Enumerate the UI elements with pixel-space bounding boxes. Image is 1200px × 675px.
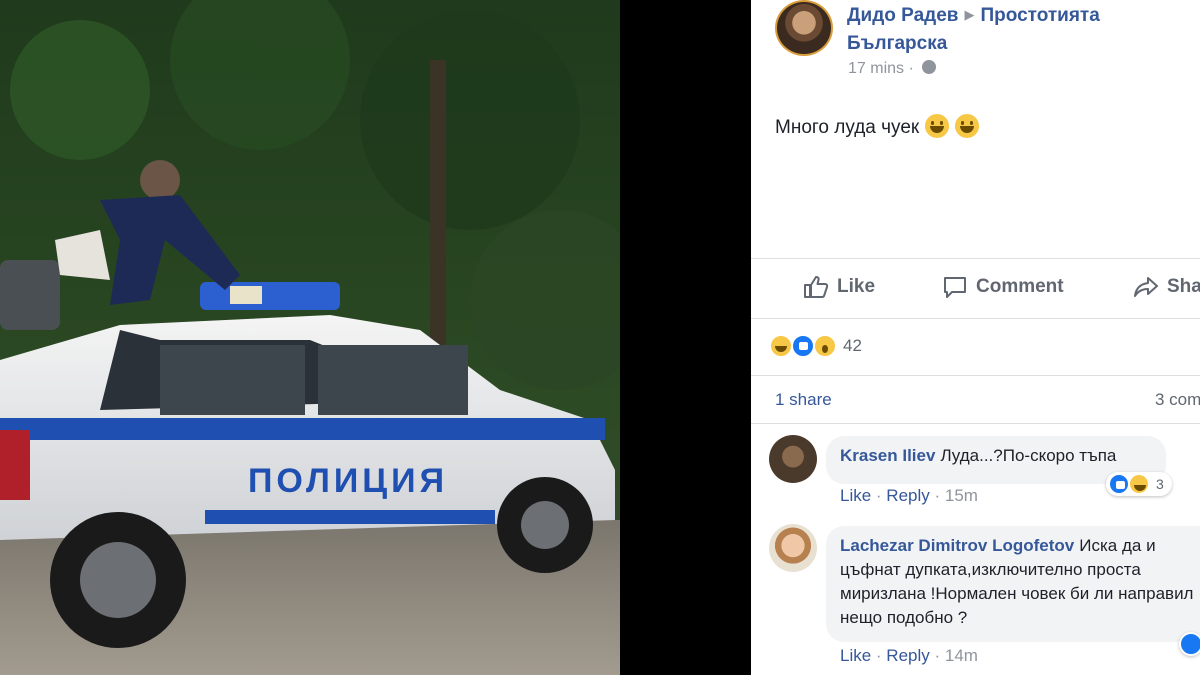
police-car-photo: ПОЛИЦИЯ (0, 0, 620, 675)
reaction-count: 42 (843, 336, 862, 355)
comments-count[interactable]: 3 com (1155, 390, 1200, 410)
comment-reply-link[interactable]: Reply (886, 646, 929, 665)
comment-meta: Like · Reply · 15m (840, 486, 978, 505)
author-name[interactable]: Дидо Радев (847, 5, 958, 26)
commenter-avatar[interactable] (769, 435, 817, 483)
comment-button[interactable]: Comment (942, 275, 1064, 299)
share-button[interactable]: Sha (1133, 275, 1200, 299)
like-button[interactable]: Like (803, 275, 875, 299)
share-label: Sha (1167, 276, 1200, 297)
divider (751, 423, 1200, 424)
comment-reaction-count: 3 (1156, 476, 1164, 492)
post-photo[interactable]: ПОЛИЦИЯ (0, 0, 620, 675)
post-panel: Дидо Радев ▶ Простотията Българска 17 mins… (751, 0, 1200, 675)
post-time[interactable]: 17 mins (848, 60, 904, 77)
comment-bubble: Lachezar Dimitrov Logofetov Иска да и цъф… (826, 526, 1200, 642)
comment-like-link[interactable]: Like (840, 646, 871, 665)
divider (751, 375, 1200, 376)
comment-like-link[interactable]: Like (840, 486, 871, 505)
commenter-name[interactable]: Krasen Iliev (840, 446, 935, 465)
wow-reaction-icon (813, 334, 837, 358)
globe-icon (922, 60, 937, 74)
meta-separator: · (908, 60, 914, 77)
share-icon (1134, 277, 1158, 297)
post-meta: 17 mins · (848, 60, 937, 78)
grinning-emoji-icon (925, 114, 950, 138)
comment-meta: Like · Reply · 14m (840, 646, 978, 665)
commenter-name[interactable]: Lachezar Dimitrov Logofetov (840, 536, 1074, 555)
like-reaction-icon (1108, 473, 1130, 495)
comment-reactions[interactable]: 3 (1106, 472, 1172, 496)
comment-icon (944, 277, 966, 298)
car-police-text: ПОЛИЦИЯ (248, 462, 448, 500)
like-reaction-icon (791, 334, 815, 358)
shares-link[interactable]: 1 share (775, 390, 832, 410)
comment-reply-link[interactable]: Reply (886, 486, 929, 505)
post-header: Дидо Радев ▶ Простотията Българска 17 mins… (775, 0, 1200, 90)
comment-time[interactable]: 14m (945, 646, 978, 665)
divider (751, 318, 1200, 319)
commenter-avatar[interactable] (769, 524, 817, 572)
like-label: Like (837, 276, 876, 297)
author-avatar[interactable] (775, 0, 833, 56)
author-line: Дидо Радев ▶ Простотията Българска (847, 1, 1187, 58)
haha-reaction-icon (769, 334, 793, 358)
arrow-right-icon: ▶ (964, 7, 975, 22)
haha-reaction-icon (1128, 473, 1150, 495)
comment-text: Луда...?По-скоро тъпа (940, 446, 1117, 465)
like-reaction-icon[interactable] (1179, 632, 1200, 656)
comment-time[interactable]: 15m (945, 486, 978, 505)
reactions-summary[interactable]: 42 (769, 333, 862, 359)
thumbs-up-icon (804, 276, 829, 298)
post-actions: Like Comment Sha (751, 258, 1200, 318)
grinning-emoji-icon (955, 114, 980, 138)
post-text: Много луда чуек (775, 117, 920, 138)
post-message: Много луда чуек (775, 114, 980, 139)
comment-label: Comment (976, 276, 1064, 297)
